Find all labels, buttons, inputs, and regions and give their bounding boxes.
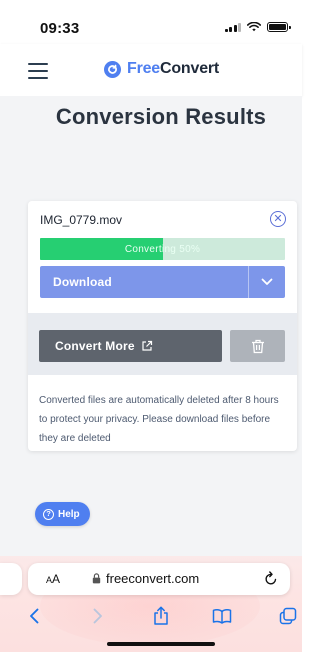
browser-toolbar bbox=[0, 603, 302, 629]
progress-label: Converting 50% bbox=[124, 243, 201, 255]
previous-tab-preview[interactable] bbox=[0, 563, 22, 595]
download-button[interactable]: Download bbox=[40, 266, 285, 298]
app-header: FreeConvert bbox=[0, 44, 302, 96]
status-time: 09:33 bbox=[40, 20, 80, 37]
share-icon[interactable] bbox=[147, 603, 175, 629]
page-content: Conversion Results IMG_0779.mov ✕ Conver… bbox=[0, 96, 302, 556]
aa-big: A bbox=[52, 572, 61, 586]
brand-free-text: Free bbox=[127, 60, 160, 77]
address-bar[interactable]: AA freeconvert.com bbox=[28, 563, 290, 595]
bookmarks-icon[interactable] bbox=[208, 603, 236, 629]
convert-more-button[interactable]: Convert More bbox=[39, 330, 222, 362]
reader-options-button[interactable]: AA bbox=[46, 572, 60, 586]
wifi-icon bbox=[247, 22, 261, 32]
brand-convert-text: Convert bbox=[160, 60, 220, 77]
status-bar: 09:33 bbox=[0, 0, 302, 44]
browser-bottom-bar: AA freeconvert.com bbox=[0, 556, 302, 652]
page-title: Conversion Results bbox=[55, 104, 267, 129]
chevron-down-icon[interactable] bbox=[249, 266, 285, 298]
action-area: Convert More bbox=[28, 313, 297, 375]
status-icons bbox=[224, 22, 291, 32]
external-link-icon bbox=[142, 340, 152, 351]
conversion-card: IMG_0779.mov ✕ Converting 50% Download C… bbox=[28, 201, 297, 451]
brand-name: FreeConvert bbox=[127, 60, 219, 78]
forward-icon[interactable] bbox=[84, 603, 112, 629]
help-button[interactable]: ? Help bbox=[35, 502, 90, 526]
cellular-signal-icon bbox=[224, 22, 241, 32]
reload-icon[interactable] bbox=[264, 571, 278, 591]
close-icon[interactable]: ✕ bbox=[270, 211, 286, 227]
download-label: Download bbox=[53, 275, 112, 289]
trash-icon bbox=[251, 339, 264, 353]
hamburger-menu-icon[interactable] bbox=[28, 63, 48, 79]
url-text: freeconvert.com bbox=[106, 571, 200, 586]
back-icon[interactable] bbox=[20, 603, 48, 629]
brand-logo-link[interactable]: FreeConvert bbox=[104, 60, 219, 78]
delete-button[interactable] bbox=[230, 330, 285, 362]
question-icon: ? bbox=[43, 508, 54, 520]
home-indicator bbox=[107, 642, 215, 646]
battery-icon bbox=[267, 22, 291, 32]
url-display[interactable]: freeconvert.com bbox=[92, 571, 199, 586]
progress-bar: Converting 50% bbox=[40, 238, 285, 260]
help-label: Help bbox=[58, 508, 80, 520]
lock-icon bbox=[92, 573, 101, 584]
file-name: IMG_0779.mov bbox=[40, 213, 123, 227]
privacy-notice: Converted files are automatically delete… bbox=[39, 395, 279, 444]
tabs-icon[interactable] bbox=[274, 603, 302, 629]
convert-more-label: Convert More bbox=[55, 339, 135, 353]
freeconvert-logo-icon bbox=[104, 60, 121, 78]
